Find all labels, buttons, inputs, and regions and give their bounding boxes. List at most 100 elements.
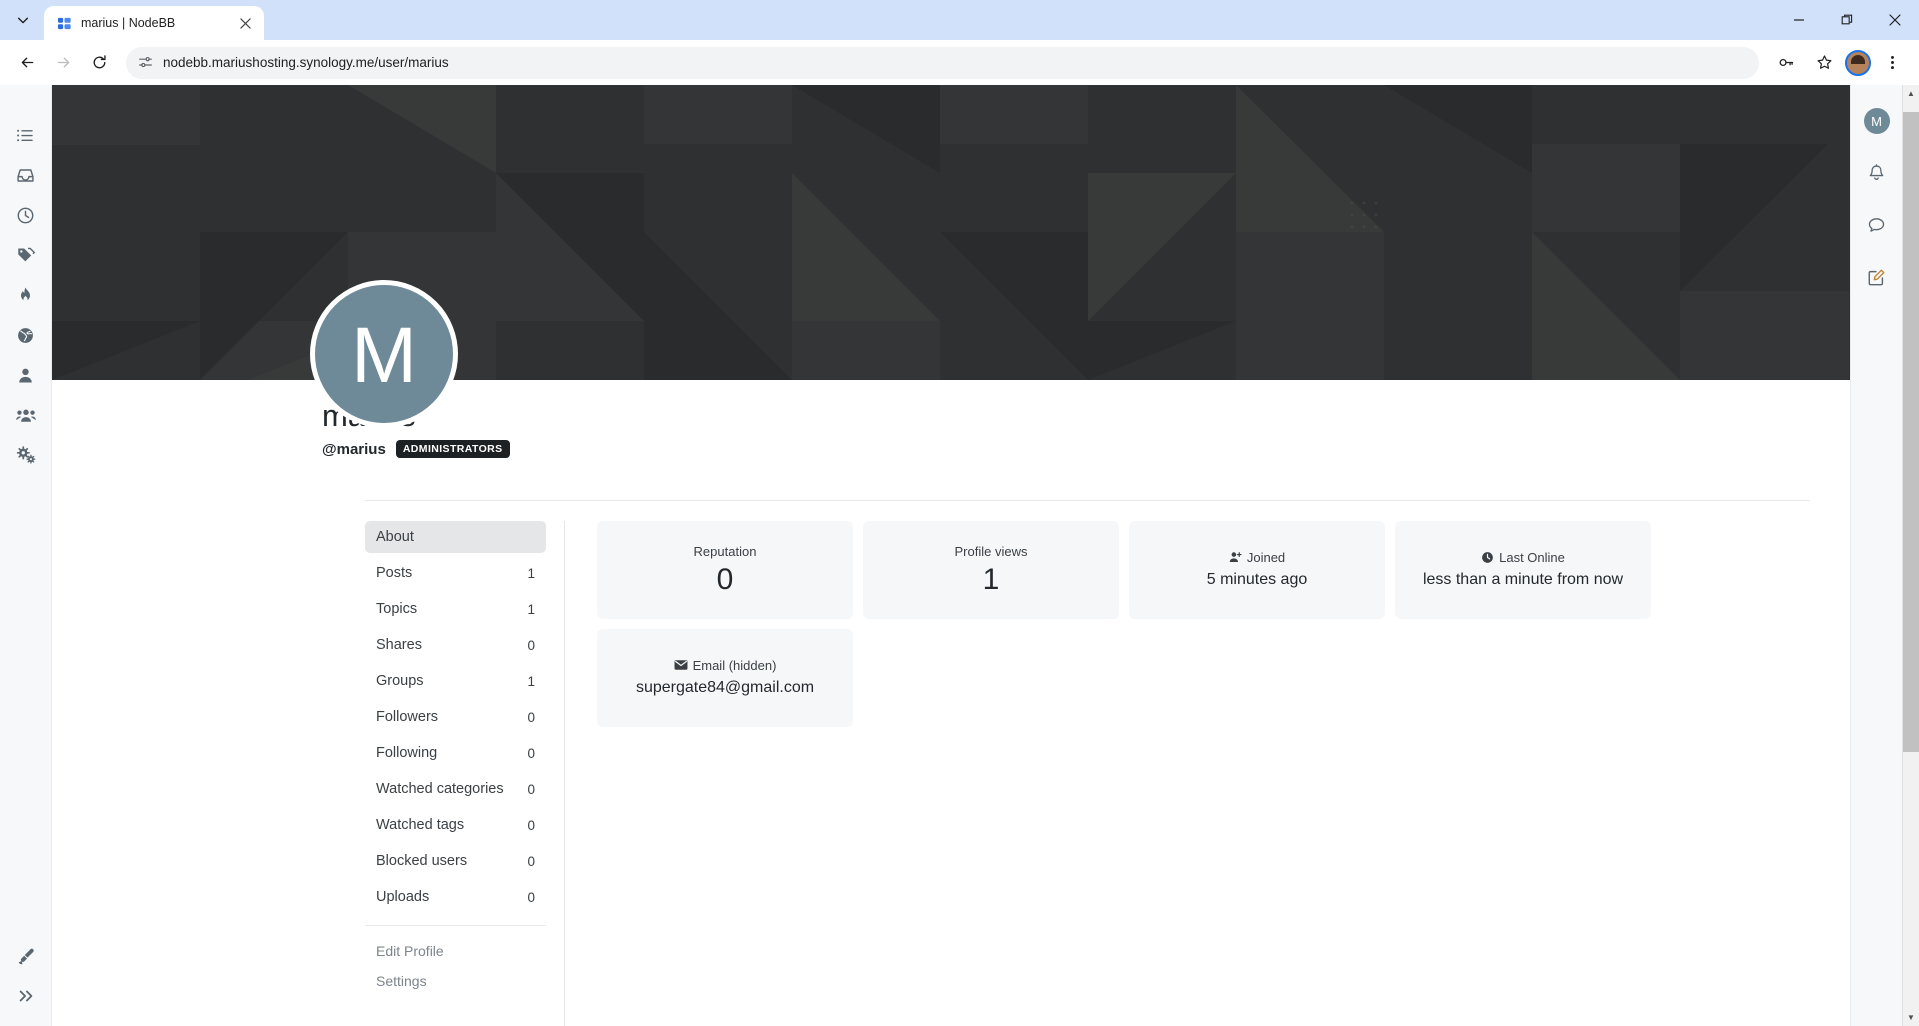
avatar[interactable]: M: [310, 280, 458, 428]
sidebar-item-popular[interactable]: [6, 275, 46, 315]
browser-chrome: marius | NodeBB nodebb.mariushosting.syn…: [0, 0, 1919, 85]
sidebar-item-groups[interactable]: [6, 395, 46, 435]
tags-icon: [18, 247, 35, 261]
inbox-icon: [17, 168, 34, 182]
nav-count: 0: [527, 709, 535, 725]
scrollbar-track[interactable]: [1902, 102, 1919, 1009]
sidebar-item-unread[interactable]: [6, 155, 46, 195]
settings-link[interactable]: Settings: [365, 966, 546, 996]
profile-body: About Posts 1 Topics 1 Shares 0 Groups 1…: [52, 501, 1850, 1026]
stats-area: Reputation 0 Profile views 1 Joined 5 mi…: [565, 521, 1850, 1026]
notifications-button[interactable]: [1859, 155, 1895, 191]
nav-label: Watched tags: [376, 817, 465, 833]
browser-tab[interactable]: marius | NodeBB: [44, 6, 264, 40]
sidebar-item-watched-tags[interactable]: Watched tags 0: [365, 809, 546, 841]
sidebar-item-watched-categories[interactable]: Watched categories 0: [365, 773, 546, 805]
restore-icon[interactable]: [1823, 0, 1871, 40]
nav-count: 0: [527, 817, 535, 833]
star-icon[interactable]: [1807, 46, 1841, 80]
nav-count: 1: [527, 565, 535, 581]
nav-label: Watched categories: [376, 781, 504, 797]
nav-label: Followers: [376, 709, 439, 725]
address-bar[interactable]: nodebb.mariushosting.synology.me/user/ma…: [126, 46, 1759, 79]
browser-toolbar: nodebb.mariushosting.synology.me/user/ma…: [0, 40, 1919, 85]
sidebar-item-recent[interactable]: [6, 195, 46, 235]
user-menu-button[interactable]: M: [1859, 103, 1895, 139]
right-sidebar: M: [1850, 85, 1902, 1026]
sidebar-item-posts[interactable]: Posts 1: [365, 557, 546, 589]
sidebar-item-groups[interactable]: Groups 1: [365, 665, 546, 697]
sidebar-item-topics[interactable]: Topics 1: [365, 593, 546, 625]
url-text: nodebb.mariushosting.synology.me/user/ma…: [163, 55, 449, 70]
sidebar-item-shares[interactable]: Shares 0: [365, 629, 546, 661]
sidebar-item-theme[interactable]: [6, 936, 46, 976]
edit-profile-link[interactable]: Edit Profile: [365, 936, 546, 966]
users-group-icon: [15, 409, 36, 422]
vertical-scrollbar[interactable]: ▲ ▼: [1902, 85, 1919, 1026]
window-close-icon[interactable]: [1871, 0, 1919, 40]
profile-handle: @marius: [322, 440, 386, 458]
forward-arrow-icon[interactable]: [46, 46, 80, 80]
stat-label: Profile views: [955, 544, 1028, 559]
nav-count: 0: [527, 781, 535, 797]
site-settings-icon[interactable]: [138, 55, 153, 70]
profile-header: M marius @marius ADMINISTRATORS: [52, 280, 1850, 492]
nav-count: 0: [527, 853, 535, 869]
sidebar-item-top[interactable]: [6, 315, 46, 355]
sidebar-item-following[interactable]: Following 0: [365, 737, 546, 769]
clock-icon: [17, 207, 34, 223]
profile-nav: About Posts 1 Topics 1 Shares 0 Groups 1…: [365, 521, 565, 1026]
sidebar-item-tags[interactable]: [6, 235, 46, 275]
chats-button[interactable]: [1859, 207, 1895, 243]
sidebar-item-users[interactable]: [6, 355, 46, 395]
nav-label: Following: [376, 745, 438, 761]
key-icon[interactable]: [1769, 46, 1803, 80]
nav-label: Posts: [376, 565, 413, 581]
profile-meta: @marius ADMINISTRATORS: [322, 440, 1850, 458]
sidebar-item-followers[interactable]: Followers 0: [365, 701, 546, 733]
double-chevron-right-icon: [19, 990, 33, 1002]
nav-label: Shares: [376, 637, 422, 653]
nav-count: 0: [527, 745, 535, 761]
sidebar-item-uploads[interactable]: Uploads 0: [365, 881, 546, 913]
stat-value: supergate84@gmail.com: [635, 678, 815, 696]
main-content: M marius @marius ADMINISTRATORS About Po…: [52, 85, 1850, 1026]
stat-label: Joined: [1229, 550, 1285, 565]
stat-card-profile-views: Profile views 1: [863, 521, 1119, 619]
scrollbar-thumb[interactable]: [1902, 112, 1919, 752]
compose-icon: [1868, 269, 1885, 285]
sidebar-item-about[interactable]: About: [365, 521, 546, 553]
profile-avatar[interactable]: [1845, 49, 1871, 76]
sidebar-item-blocked-users[interactable]: Blocked users 0: [365, 845, 546, 877]
sidebar-item-admin[interactable]: [6, 435, 46, 475]
tab-search-button[interactable]: [6, 3, 40, 37]
bell-icon: [1869, 163, 1884, 180]
user-plus-icon: [1229, 551, 1242, 562]
stat-value: 0: [716, 563, 734, 596]
close-icon[interactable]: [236, 14, 254, 32]
tab-strip: marius | NodeBB: [0, 0, 1919, 40]
reload-icon[interactable]: [82, 46, 116, 80]
fire-icon: [21, 287, 30, 301]
nav-label: Groups: [376, 673, 424, 689]
back-arrow-icon[interactable]: [10, 46, 44, 80]
minimize-icon[interactable]: [1775, 0, 1823, 40]
page-title: marius: [322, 380, 1850, 434]
stat-card-joined: Joined 5 minutes ago: [1129, 521, 1385, 619]
three-dot-menu-icon[interactable]: [1875, 46, 1909, 80]
stat-label-text: Joined: [1246, 549, 1286, 565]
sidebar-item-categories[interactable]: [6, 115, 46, 155]
stat-label-text: Reputation: [693, 544, 757, 559]
status-badge[interactable]: ADMINISTRATORS: [395, 440, 510, 458]
globe-icon: [18, 327, 33, 343]
sidebar-expand-button[interactable]: [6, 976, 46, 1016]
new-topic-button[interactable]: [1859, 259, 1895, 295]
scroll-up-arrow[interactable]: ▲: [1903, 85, 1919, 102]
stat-label-text: Email (hidden): [692, 657, 777, 673]
stat-label: Email (hidden): [674, 657, 777, 673]
stat-label: Reputation: [694, 544, 757, 559]
stat-label-text: Last Online: [1499, 549, 1565, 565]
user-icon: [19, 368, 32, 383]
scroll-down-arrow[interactable]: ▼: [1903, 1009, 1919, 1026]
gears-icon: [16, 446, 35, 464]
